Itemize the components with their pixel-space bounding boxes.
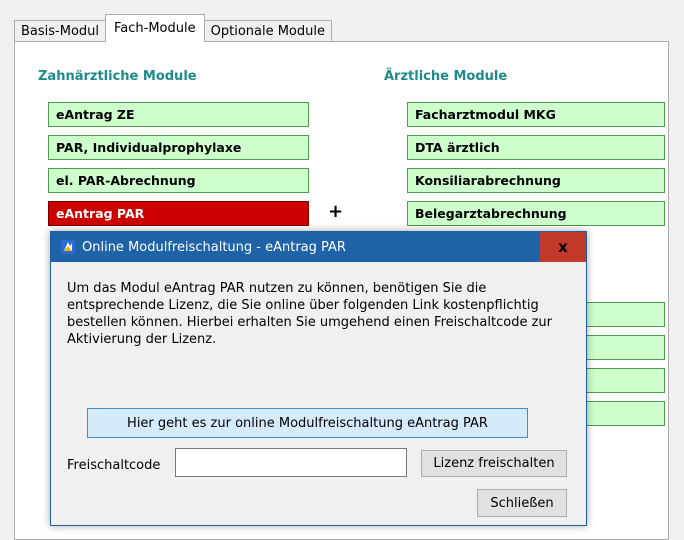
module-par-individualprophylaxe[interactable]: PAR, Individualprophylaxe (48, 135, 309, 160)
module-belegarztabrechnung[interactable]: Belegarztabrechnung (407, 201, 665, 226)
tab-fach-module[interactable]: Fach-Module (105, 14, 205, 42)
dialog-titlebar[interactable]: Online Modulfreischaltung - eAntrag PAR … (51, 232, 586, 262)
online-modulfreischaltung-dialog: Online Modulfreischaltung - eAntrag PAR … (50, 231, 587, 526)
module-eantrag-ze[interactable]: eAntrag ZE (48, 102, 309, 127)
module-eantrag-par[interactable]: eAntrag PAR (48, 201, 309, 226)
schliessen-button[interactable]: Schließen (477, 489, 567, 517)
tab-basis-modul[interactable]: Basis-Modul (14, 20, 107, 42)
modulfreischaltung-link-button[interactable]: Hier geht es zur online Modulfreischaltu… (87, 408, 528, 438)
dialog-title: Online Modulfreischaltung - eAntrag PAR (82, 239, 346, 255)
module-facharztmodul-mkg[interactable]: Facharztmodul MKG (407, 102, 665, 127)
freischaltcode-input[interactable] (175, 448, 407, 477)
dialog-message: Um das Modul eAntrag PAR nutzen zu könne… (67, 281, 552, 347)
tab-strip: Basis-Modul Fach-Module Optionale Module (14, 14, 332, 42)
module-konsiliarabrechnung[interactable]: Konsiliarabrechnung (407, 168, 665, 193)
tab-optionale-module[interactable]: Optionale Module (203, 20, 332, 42)
freischaltcode-label: Freischaltcode (67, 458, 161, 473)
module-el-par-abrechnung[interactable]: el. PAR-Abrechnung (48, 168, 309, 193)
module-dta-aerztlich[interactable]: DTA ärztlich (407, 135, 665, 160)
plus-icon[interactable]: + (328, 201, 343, 222)
medical-modules-title: Ärztliche Module (384, 69, 508, 84)
close-icon[interactable]: x (540, 232, 586, 262)
dental-modules-title: Zahnärztliche Module (38, 69, 197, 84)
lizenz-freischalten-button[interactable]: Lizenz freischalten (421, 450, 567, 477)
app-icon (61, 240, 75, 254)
